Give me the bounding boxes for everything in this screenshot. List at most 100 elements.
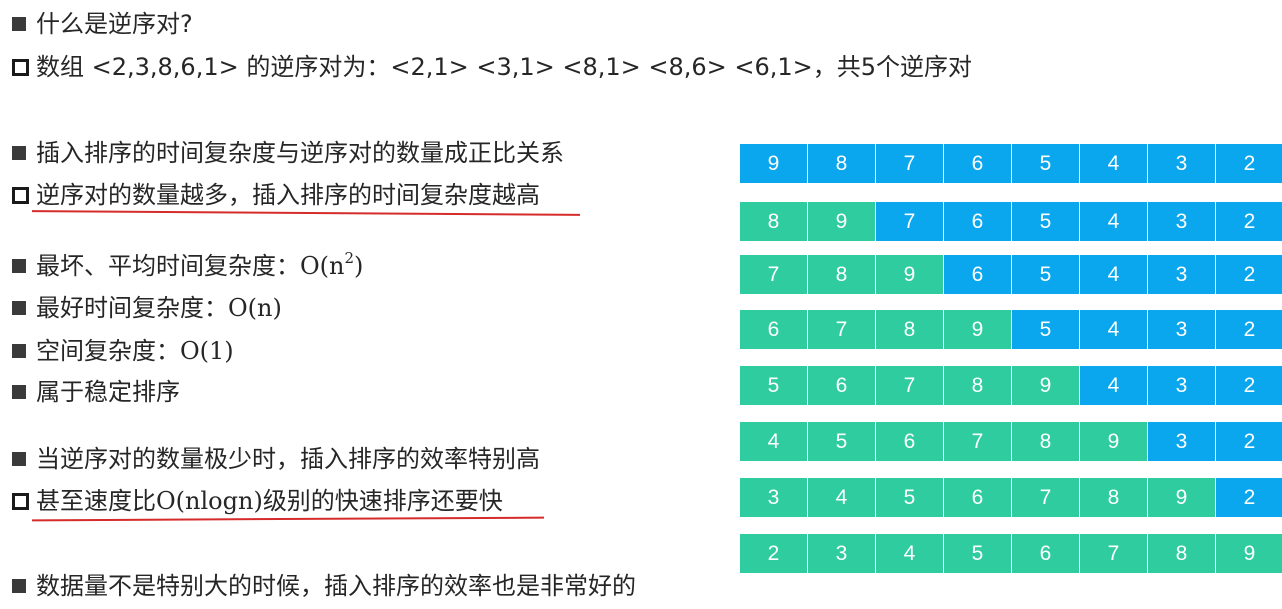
line-more-inversions: 逆序对的数量越多，插入排序的时间复杂度越高 [12, 180, 540, 210]
array-cell: 5 [1012, 310, 1079, 349]
complexity-formula: O(n2) [300, 249, 364, 281]
array-cell: 9 [808, 202, 875, 241]
square-bullet-icon [12, 344, 26, 358]
square-bullet-icon [12, 301, 26, 315]
array-cell: 8 [740, 202, 807, 241]
line-text: 属于稳定排序 [36, 378, 180, 406]
array-cell: 5 [1012, 144, 1079, 183]
array-row: 23456789 [740, 534, 1282, 573]
line-prefix: 甚至速度比 [36, 487, 156, 515]
array-cell: 5 [740, 366, 807, 405]
line-best: 最好时间复杂度： O(n) [12, 293, 282, 323]
array-cell: 8 [808, 144, 875, 183]
array-cell: 4 [808, 478, 875, 517]
array-cell: 6 [740, 310, 807, 349]
array-cell: 4 [876, 534, 943, 573]
array-cell: 6 [944, 255, 1011, 294]
array-cell: 5 [876, 478, 943, 517]
array-cell: 6 [944, 144, 1011, 183]
array-cell: 3 [808, 534, 875, 573]
array-cell: 2 [1216, 255, 1282, 294]
array-cell: 8 [1012, 422, 1079, 461]
array-cell: 7 [944, 422, 1011, 461]
line-suffix: 级别的快速排序还要快 [262, 487, 503, 515]
hollow-square-bullet-icon [12, 186, 29, 204]
line-text: 逆序对的数量越多，插入排序的时间复杂度越高 [36, 181, 540, 209]
line-prefix: 空间复杂度： [36, 337, 180, 365]
array-cell: 7 [1080, 534, 1147, 573]
array-cell: 9 [1148, 478, 1215, 517]
array-row: 78965432 [740, 255, 1282, 294]
array-cell: 2 [1216, 478, 1282, 517]
array-cell: 8 [808, 255, 875, 294]
array-cell: 9 [876, 255, 943, 294]
array-row: 34567892 [740, 478, 1282, 517]
insertion-sort-array-visualization: 9876543289765432789654326789543256789432… [740, 0, 1282, 609]
array-cell: 4 [1080, 255, 1147, 294]
line-space: 空间复杂度： O(1) [12, 336, 234, 366]
array-row: 89765432 [740, 202, 1282, 241]
complexity-formula: O(n) [228, 294, 282, 322]
array-cell: 5 [944, 534, 1011, 573]
array-cell: 2 [1216, 202, 1282, 241]
array-cell: 4 [740, 422, 807, 461]
square-bullet-icon [12, 385, 26, 399]
array-cell: 3 [1148, 144, 1215, 183]
array-cell: 2 [1216, 310, 1282, 349]
array-cell: 7 [876, 202, 943, 241]
array-cell: 5 [808, 422, 875, 461]
line-worst-average: 最坏、平均时间复杂度： O(n2) [12, 251, 363, 281]
array-cell: 8 [876, 310, 943, 349]
array-cell: 7 [876, 144, 943, 183]
array-row: 45678932 [740, 422, 1282, 461]
array-row: 67895432 [740, 310, 1282, 349]
complexity-formula: O(1) [180, 337, 234, 365]
array-cell: 5 [1012, 255, 1079, 294]
array-cell: 6 [808, 366, 875, 405]
square-bullet-icon [12, 452, 26, 466]
square-bullet-icon [12, 259, 26, 273]
array-cell: 7 [808, 310, 875, 349]
line-prefix: 最好时间复杂度： [36, 294, 228, 322]
array-cell: 5 [1012, 202, 1079, 241]
line-faster-than-quicksort: 甚至速度比 O(nlogn) 级别的快速排序还要快 [12, 486, 503, 516]
array-cell: 2 [1216, 366, 1282, 405]
array-cell: 4 [1080, 310, 1147, 349]
line-proportional: 插入排序的时间复杂度与逆序对的数量成正比关系 [12, 138, 564, 168]
square-bullet-icon [12, 146, 26, 160]
line-text: 插入排序的时间复杂度与逆序对的数量成正比关系 [36, 139, 564, 167]
square-bullet-icon [12, 17, 26, 31]
array-cell: 6 [876, 422, 943, 461]
array-cell: 2 [1216, 144, 1282, 183]
array-cell: 9 [944, 310, 1011, 349]
line-text: 什么是逆序对? [36, 10, 193, 38]
array-cell: 4 [1080, 202, 1147, 241]
array-cell: 3 [1148, 366, 1215, 405]
line-few-inversions: 当逆序对的数量极少时，插入排序的效率特别高 [12, 444, 540, 474]
array-cell: 8 [944, 366, 1011, 405]
line-prefix: 最坏、平均时间复杂度： [36, 252, 300, 280]
array-cell: 7 [1012, 478, 1079, 517]
array-cell: 6 [1012, 534, 1079, 573]
array-cell: 8 [1080, 478, 1147, 517]
array-cell: 4 [1080, 366, 1147, 405]
array-row: 56789432 [740, 366, 1282, 405]
hollow-square-bullet-icon [12, 58, 29, 76]
array-cell: 3 [1148, 422, 1215, 461]
array-cell: 6 [944, 202, 1011, 241]
array-row: 98765432 [740, 144, 1282, 183]
square-bullet-icon [12, 579, 26, 593]
line-text: 当逆序对的数量极少时，插入排序的效率特别高 [36, 445, 540, 473]
array-cell: 4 [1080, 144, 1147, 183]
line-text: 数据量不是特别大的时候，插入排序的效率也是非常好的 [36, 572, 636, 600]
array-cell: 3 [740, 478, 807, 517]
array-cell: 9 [1216, 534, 1282, 573]
array-cell: 3 [1148, 202, 1215, 241]
red-underline [31, 210, 581, 216]
hollow-square-bullet-icon [12, 492, 29, 510]
array-cell: 9 [1080, 422, 1147, 461]
line-stable: 属于稳定排序 [12, 377, 180, 407]
array-cell: 3 [1148, 255, 1215, 294]
array-cell: 2 [1216, 422, 1282, 461]
array-cell: 9 [740, 144, 807, 183]
